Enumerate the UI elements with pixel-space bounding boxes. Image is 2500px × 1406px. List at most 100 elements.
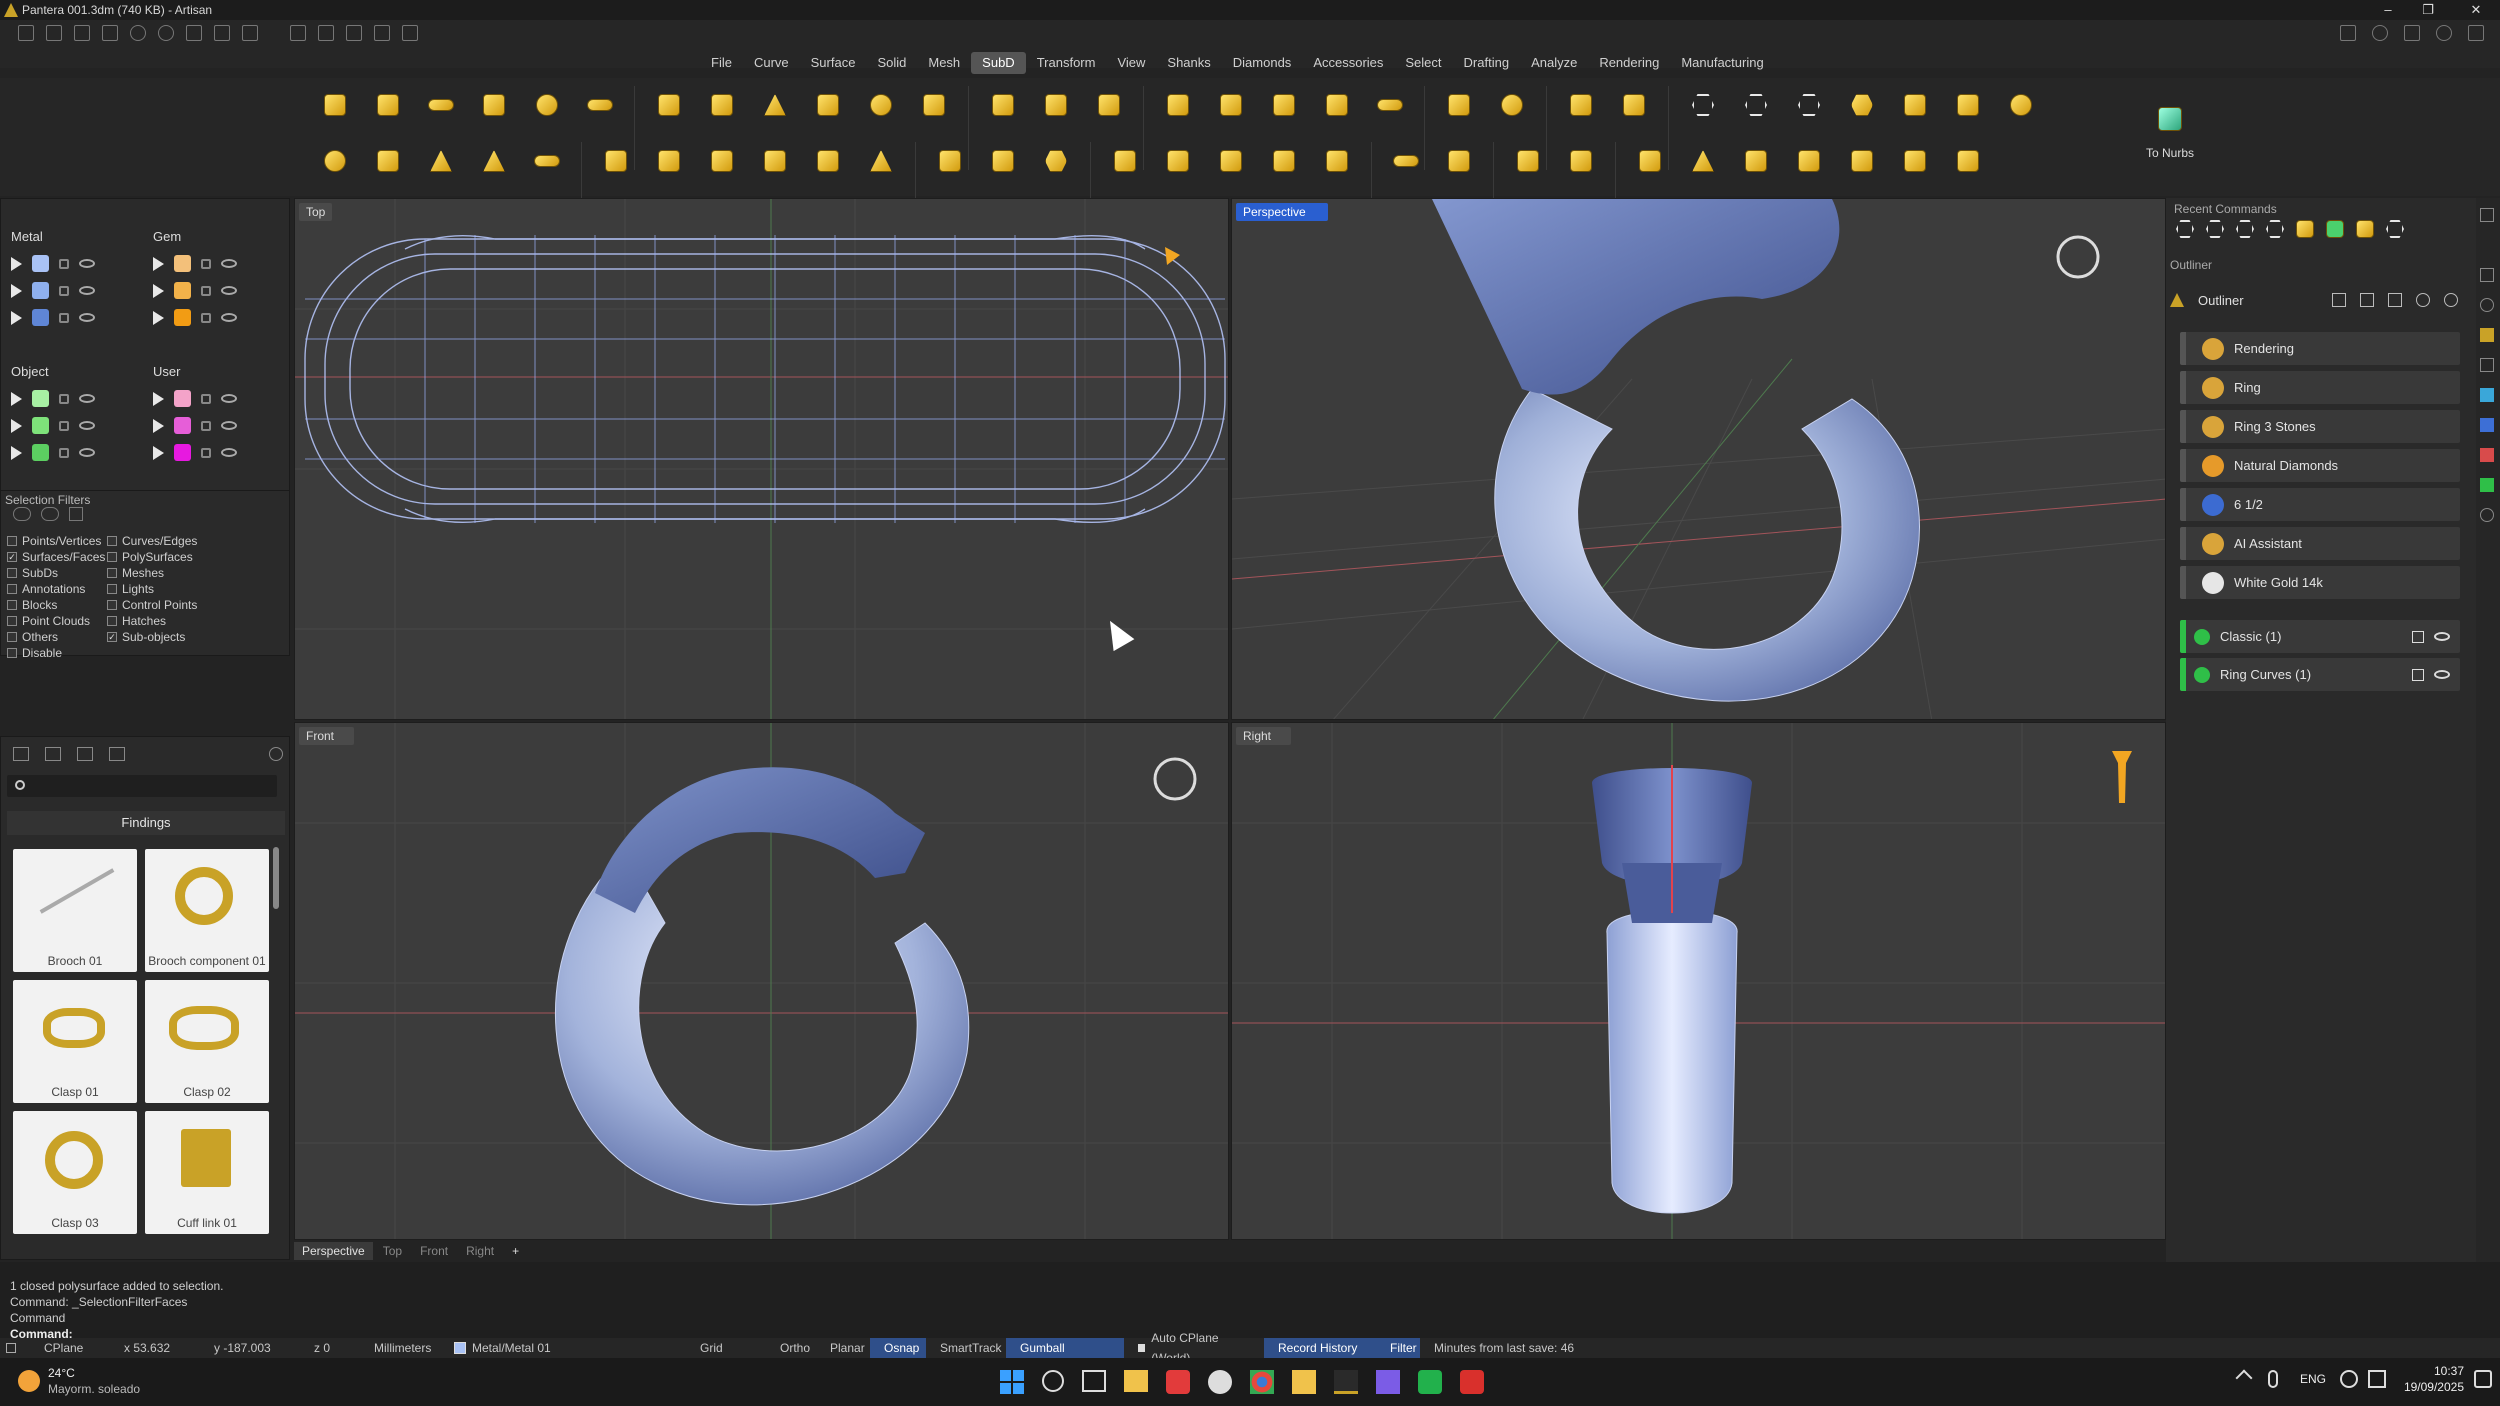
clock-time[interactable]: 10:37 [2408, 1364, 2464, 1378]
status-layer[interactable]: Metal/Metal 01 [440, 1338, 620, 1358]
eye-icon[interactable] [79, 394, 95, 403]
viewport-right[interactable]: Right [1231, 722, 2166, 1240]
object-layer-1[interactable] [11, 385, 141, 412]
menu-select[interactable]: Select [1394, 52, 1452, 74]
play-icon[interactable] [11, 310, 22, 325]
right-gumball-marker[interactable] [2112, 751, 2132, 803]
checkbox-icon[interactable] [107, 536, 117, 546]
subd-torus-button[interactable] [581, 86, 619, 124]
recent-command-icon[interactable] [2176, 220, 2194, 238]
perspective-ring-band[interactable] [1494, 388, 1920, 702]
filter-target-icon[interactable] [41, 507, 59, 521]
lock-icon[interactable] [59, 447, 69, 458]
recent-command-icon[interactable] [2236, 220, 2254, 238]
subd-star-button[interactable] [862, 142, 900, 180]
library-folder-icon[interactable] [13, 747, 29, 761]
app-icon[interactable] [1460, 1370, 1484, 1394]
new-template-icon[interactable] [46, 25, 62, 41]
subd-fill-button[interactable] [1159, 86, 1197, 124]
app-icon[interactable] [1418, 1370, 1442, 1394]
tray-chevron-icon[interactable] [2235, 1369, 2253, 1387]
subd-frame-button[interactable] [1159, 142, 1197, 180]
lock-icon[interactable] [59, 258, 69, 269]
eye-icon[interactable] [221, 448, 237, 457]
subd-brush-button[interactable] [1843, 142, 1881, 180]
open-icon[interactable] [74, 25, 90, 41]
subd-tools-button[interactable] [316, 142, 354, 180]
subd-rail-revolve-button[interactable] [862, 86, 900, 124]
pick-icon[interactable] [2332, 293, 2346, 307]
eye-icon[interactable] [221, 259, 237, 268]
panel-tab-icon[interactable] [2480, 358, 2494, 372]
toggle-filter[interactable]: Filter [1376, 1338, 1420, 1358]
subd-reflect-button[interactable] [2002, 86, 2040, 124]
library-grid-icon[interactable] [109, 747, 125, 761]
outliner-item-rendering[interactable]: Rendering [2180, 332, 2460, 365]
subd-align-button[interactable] [1509, 142, 1547, 180]
subd-layers-button[interactable] [809, 142, 847, 180]
library-item-brooch-01[interactable]: Brooch 01 [13, 849, 137, 972]
selection-filter-subds[interactable]: SubDs [7, 565, 105, 581]
checkbox-icon[interactable] [107, 568, 117, 578]
selection-filter-lights[interactable]: Lights [107, 581, 197, 597]
menu-rendering[interactable]: Rendering [1588, 52, 1670, 74]
toggle-grid-snap[interactable]: Grid Snap [686, 1338, 766, 1375]
filter-pick-icon[interactable] [69, 507, 83, 521]
layers-icon[interactable] [2404, 25, 2420, 41]
play-icon[interactable] [11, 283, 22, 298]
weather-desc[interactable]: Mayorm. soleado [48, 1382, 140, 1396]
lock-icon[interactable] [59, 312, 69, 323]
tab-front[interactable]: Front [412, 1242, 456, 1260]
metal-swatch-1[interactable] [32, 255, 49, 272]
recent-command-icon[interactable] [2266, 220, 2284, 238]
user-layer-1[interactable] [153, 385, 283, 412]
selection-filter-others[interactable]: Others [7, 629, 105, 645]
subd-shape-3-button[interactable] [1790, 86, 1828, 124]
menu-view[interactable]: View [1106, 52, 1156, 74]
tab-top[interactable]: Top [375, 1242, 410, 1260]
toggle-planar[interactable]: Planar [816, 1338, 870, 1358]
rotate-icon[interactable] [374, 25, 390, 41]
selection-filter-point-clouds[interactable]: Point Clouds [7, 613, 105, 629]
outliner-item-ai-assistant[interactable]: AI Assistant [2180, 527, 2460, 560]
subd-offset-button[interactable] [1318, 86, 1356, 124]
subd-stack-button[interactable] [703, 142, 741, 180]
language-indicator[interactable]: ENG [2300, 1372, 2326, 1386]
selection-filter-points-vertices[interactable]: Points/Vertices [7, 533, 105, 549]
subd-sheet-button[interactable] [422, 86, 460, 124]
menu-solid[interactable]: Solid [866, 52, 917, 74]
menu-manufacturing[interactable]: Manufacturing [1670, 52, 1774, 74]
wifi-icon[interactable] [2340, 1370, 2358, 1388]
gem-layer-3[interactable] [153, 304, 283, 331]
selection-filter-meshes[interactable]: Meshes [107, 565, 197, 581]
subd-octagon-button[interactable] [1037, 142, 1075, 180]
maximize-button[interactable]: ❐ [2410, 0, 2446, 20]
subd-relax-button[interactable] [1949, 86, 1987, 124]
panel-tab-icon[interactable] [2480, 388, 2494, 402]
import-icon[interactable] [242, 25, 258, 41]
outliner-item-ring[interactable]: Ring [2180, 371, 2460, 404]
weather-icon[interactable] [18, 1370, 40, 1392]
selection-filter-disable[interactable]: Disable [7, 645, 105, 661]
metal-swatch-3[interactable] [32, 309, 49, 326]
panel-tab-icon[interactable] [2480, 508, 2494, 522]
user-layer-2[interactable] [153, 412, 283, 439]
subd-cube-button[interactable] [1212, 142, 1250, 180]
add-viewport-tab-button[interactable]: + [504, 1242, 527, 1260]
microphone-icon[interactable] [2268, 1370, 2278, 1388]
subd-flatten-button[interactable] [1387, 142, 1425, 180]
weather-temp[interactable]: 24°C [48, 1366, 75, 1380]
move-icon[interactable] [346, 25, 362, 41]
subd-bridge-button[interactable] [1212, 86, 1250, 124]
subd-plane-button[interactable] [369, 86, 407, 124]
checkbox-icon[interactable] [7, 648, 17, 658]
eye-icon[interactable] [221, 313, 237, 322]
subd-slide-button[interactable] [1493, 86, 1531, 124]
subd-box-button[interactable] [475, 86, 513, 124]
viewport-front[interactable]: Front [294, 722, 1229, 1240]
edit-icon[interactable] [2388, 293, 2402, 307]
subd-unwrap-button[interactable] [1562, 142, 1600, 180]
play-icon[interactable] [153, 310, 164, 325]
play-icon[interactable] [153, 418, 164, 433]
clock-date[interactable]: 19/09/2025 [2394, 1380, 2464, 1394]
